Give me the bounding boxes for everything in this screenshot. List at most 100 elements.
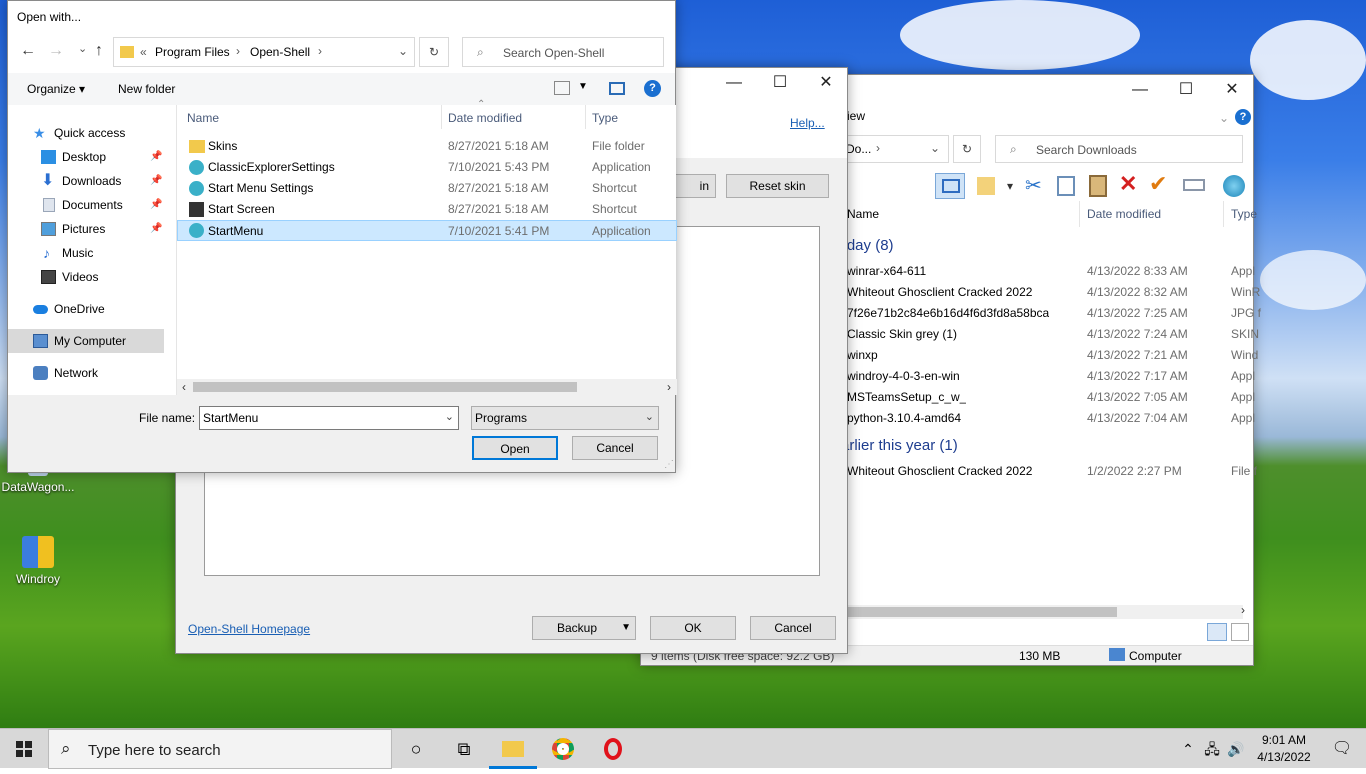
table-row[interactable]: Start Menu Settings 8/27/2021 5:18 AM Shor…	[177, 178, 677, 199]
horizontal-scrollbar[interactable]	[847, 605, 1243, 619]
notifications-icon[interactable]: 🗨	[1318, 729, 1366, 769]
network-tray-icon[interactable]: 🖧	[1200, 729, 1224, 769]
show-hidden-icons[interactable]: ⌃	[1176, 729, 1200, 769]
new-folder-button[interactable]: New folder	[118, 82, 175, 96]
help-icon[interactable]: ?	[644, 80, 661, 97]
scroll-right-icon[interactable]: ›	[667, 380, 671, 394]
table-row[interactable]: winrar-x64-611 4/13/2022 8:33 AM Appl	[847, 261, 1255, 282]
search-input[interactable]: ⌕ Search Open-Shell	[462, 37, 664, 67]
dropdown-icon[interactable]: ▾	[1007, 179, 1013, 193]
chrome-icon[interactable]	[539, 729, 587, 769]
up-arrow-icon[interactable]: ↑	[95, 42, 103, 60]
nav-item-videos[interactable]: Videos	[8, 265, 176, 289]
table-row[interactable]: 7f26e71b2c84e6b16d4f6d3fd8a58bca 4/13/202…	[847, 303, 1261, 324]
table-row[interactable]: Classic Skin grey (1) 4/13/2022 7:24 AM SK…	[847, 324, 1259, 345]
forward-arrow-icon[interactable]: →	[48, 42, 64, 60]
table-row[interactable]: Start Screen 8/27/2021 5:18 AM Shortcut	[177, 199, 677, 220]
nav-item-network[interactable]: Network	[8, 361, 176, 385]
homepage-link[interactable]: Open-Shell Homepage	[188, 622, 310, 636]
table-row[interactable]: ClassicExplorerSettings 7/10/2021 5:43 PM…	[177, 157, 677, 178]
column-header-type[interactable]: Type	[1231, 207, 1257, 221]
start-button[interactable]	[0, 729, 48, 769]
file-type-select[interactable]: Programs ⌄	[471, 406, 659, 430]
dropdown-chevron-icon[interactable]: ⌄	[930, 141, 940, 155]
nav-item-onedrive[interactable]: OneDrive	[8, 297, 176, 321]
table-row-selected[interactable]: StartMenu 7/10/2021 5:41 PM Application	[177, 220, 677, 241]
column-header-type[interactable]: Type	[592, 111, 618, 125]
nav-item-quick-access[interactable]: ★ Quick access	[8, 121, 176, 145]
scroll-right-icon[interactable]: ›	[1241, 603, 1245, 617]
rename-icon[interactable]	[1183, 179, 1205, 191]
search-input[interactable]: ⌕ Search Downloads	[995, 135, 1243, 163]
table-row[interactable]: MSTeamsSetup_c_w_ 4/13/2022 7:05 AM Appl	[847, 387, 1255, 408]
resize-grip-icon[interactable]: ⋰	[664, 459, 674, 470]
nav-item-music[interactable]: ♪ Music	[8, 241, 176, 265]
back-arrow-icon[interactable]: ←	[20, 42, 36, 60]
column-header-date[interactable]: Date modified	[448, 111, 522, 125]
recent-dropdown-icon[interactable]: ⌄	[78, 42, 87, 55]
column-header-name[interactable]: Name	[187, 111, 219, 125]
view-dropdown-icon[interactable]: ▼	[578, 81, 588, 92]
cancel-button[interactable]: Cancel	[572, 436, 658, 460]
dropdown-chevron-icon[interactable]: ⌄	[445, 410, 454, 423]
maximize-button[interactable]: ☐	[757, 68, 803, 98]
cortana-icon[interactable]: ○	[392, 729, 440, 769]
cut-icon[interactable]: ✂	[1025, 173, 1042, 198]
ribbon-tab-view[interactable]: iew	[847, 109, 865, 123]
table-row[interactable]: Whiteout Ghosclient Cracked 2022 1/2/2022…	[847, 461, 1257, 482]
column-header-date[interactable]: Date modified	[1087, 207, 1161, 221]
nav-item-my-computer[interactable]: My Computer	[8, 329, 164, 353]
scrollbar-thumb[interactable]	[193, 382, 577, 392]
refresh-icon[interactable]: ↻	[953, 135, 981, 163]
scrollbar-thumb[interactable]	[847, 607, 1117, 617]
open-button[interactable]: Open	[472, 436, 558, 460]
breadcrumb-open-shell[interactable]: Open-Shell	[250, 45, 310, 59]
nav-item-downloads[interactable]: ⬇ Downloads 📌	[8, 169, 176, 193]
breadcrumb-program-files[interactable]: Program Files	[155, 45, 230, 59]
open-shell-icon[interactable]	[1223, 175, 1245, 197]
nav-item-pictures[interactable]: Pictures 📌	[8, 217, 176, 241]
table-row[interactable]: Skins 8/27/2021 5:18 AM File folder	[177, 136, 677, 157]
group-header-earlier[interactable]: Earlier this year (1)	[831, 437, 958, 454]
ribbon-expand-icon[interactable]: ⌄	[1219, 111, 1229, 125]
delete-icon[interactable]: ✕	[1119, 171, 1137, 197]
address-bar[interactable]: Do... › ⌄	[837, 135, 949, 163]
minimize-button[interactable]: —	[711, 68, 757, 98]
folder-options-icon[interactable]	[977, 177, 995, 195]
breadcrumb-overflow[interactable]: «	[140, 45, 147, 59]
scroll-left-icon[interactable]: ‹	[182, 380, 186, 394]
dropdown-chevron-icon[interactable]: ⌄	[398, 44, 408, 58]
close-button[interactable]: ✕	[1209, 75, 1255, 105]
opera-icon[interactable]	[589, 729, 637, 769]
preview-pane-icon[interactable]	[609, 82, 625, 95]
reset-skin-button[interactable]: Reset skin	[726, 174, 829, 198]
taskbar-search-input[interactable]: ⌕ Type here to search	[48, 729, 392, 769]
nav-item-documents[interactable]: Documents 📌	[8, 193, 176, 217]
help-icon[interactable]: ?	[1235, 109, 1251, 125]
address-bar[interactable]: « Program Files › Open-Shell › ⌄	[113, 37, 415, 67]
organize-menu[interactable]: Organize ▾	[27, 82, 85, 96]
table-row[interactable]: winxp 4/13/2022 7:21 AM Wind	[847, 345, 1258, 366]
checkmark-icon[interactable]: ✔	[1149, 171, 1167, 197]
table-row[interactable]: Whiteout Ghosclient Cracked 2022 4/13/202…	[847, 282, 1260, 303]
cancel-button[interactable]: Cancel	[750, 616, 836, 640]
file-explorer-icon[interactable]	[489, 729, 537, 769]
refresh-icon[interactable]: ↻	[419, 37, 449, 67]
task-view-icon[interactable]: ⧉	[440, 729, 488, 769]
volume-icon[interactable]: 🔊	[1224, 729, 1248, 769]
backup-button[interactable]: Backup ▼	[532, 616, 636, 640]
desktop-icon-windroy[interactable]: Windroy	[0, 536, 76, 586]
clock[interactable]: 9:01 AM 4/13/2022	[1252, 732, 1316, 766]
filename-input[interactable]: StartMenu ⌄	[199, 406, 459, 430]
details-view-icon[interactable]	[1207, 623, 1227, 641]
column-header-name[interactable]: Name	[847, 207, 879, 221]
paste-icon[interactable]	[1089, 175, 1107, 197]
minimize-button[interactable]: —	[1117, 75, 1163, 105]
copy-icon[interactable]	[1057, 176, 1075, 196]
help-link[interactable]: Help...	[790, 116, 825, 130]
close-button[interactable]: ✕	[803, 68, 849, 98]
maximize-button[interactable]: ☐	[1163, 75, 1209, 105]
ok-button[interactable]: OK	[650, 616, 736, 640]
table-row[interactable]: python-3.10.4-amd64 4/13/2022 7:04 AM Appl	[847, 408, 1255, 429]
preview-pane-icon[interactable]	[935, 173, 965, 199]
